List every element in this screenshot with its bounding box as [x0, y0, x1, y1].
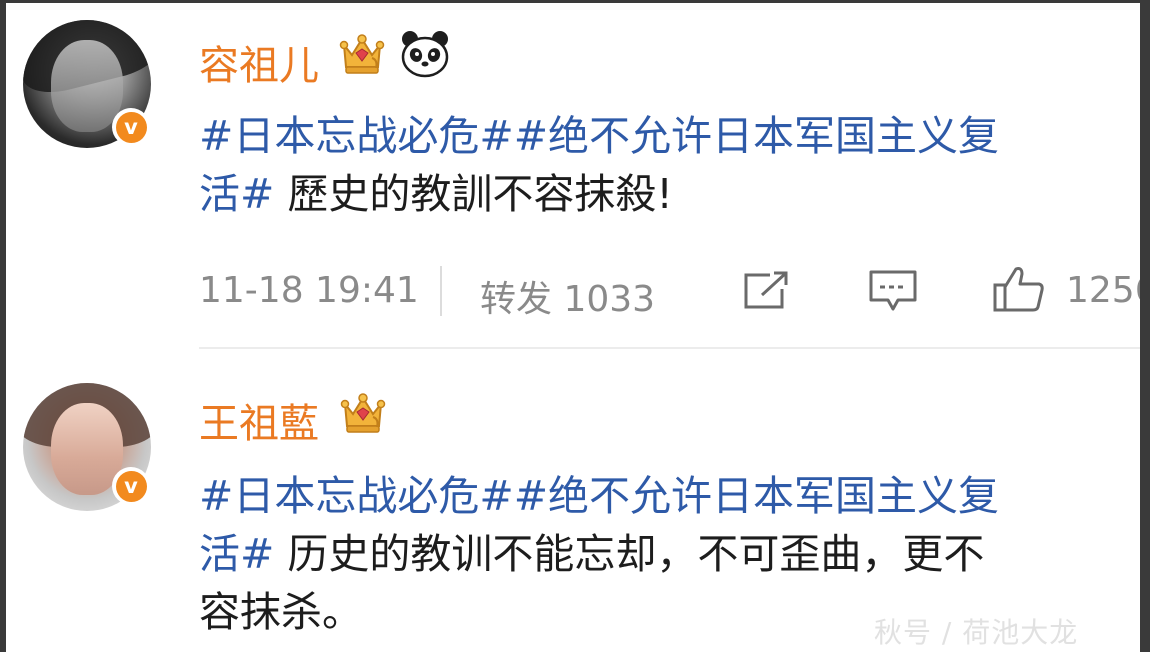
content-line: #日本忘战必危##绝不允许日本军国主义复 — [199, 467, 1140, 525]
username[interactable]: 王祖藍 — [199, 391, 319, 449]
content-text: 历史的教训不能忘却，不可歪曲，更不 — [274, 530, 985, 578]
post-divider — [199, 347, 1140, 349]
watermark: 秋号 / 荷池大龙 — [874, 616, 1079, 649]
content-line: 活# 历史的教训不能忘却，不可歪曲，更不 — [199, 525, 1140, 583]
weibo-post: v 王祖藍 #日本忘战必危##绝不允许日本军国主义复 活# 历史的教训不能忘却，… — [6, 3, 1140, 636]
screenshot-frame: v 容祖儿 #日本忘战必危##绝不允许日本军国主义复 活# 歷史的教訓不容抹殺! — [0, 0, 1150, 652]
topic-link[interactable]: 活# — [199, 530, 274, 578]
crown-icon — [340, 393, 386, 433]
topic-link[interactable]: #日本忘战必危##绝不允许日本军国主义复 — [199, 472, 999, 520]
verified-badge-icon: v — [112, 467, 150, 505]
content-text: 容抹杀。 — [199, 588, 363, 636]
